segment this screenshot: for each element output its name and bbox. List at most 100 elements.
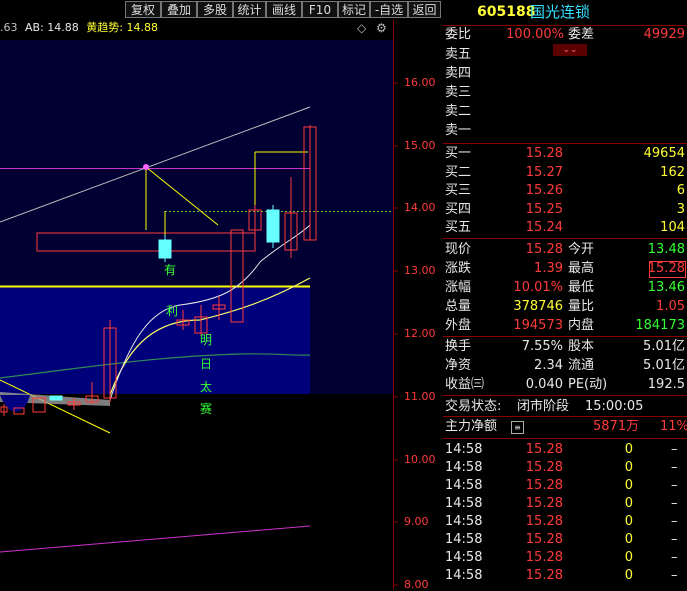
tick-time: 14:58 <box>445 478 483 493</box>
quote-value: 15.28 <box>525 242 563 257</box>
tick-row: 14:58 15.28 0 – <box>443 459 687 477</box>
tick-direction: – <box>671 550 678 565</box>
tick-price: 15.28 <box>525 550 563 565</box>
quote-panel: 605188 国光连锁 委比 100.00% 委差 49929 ⌄⌄ 卖五 卖四卖… <box>443 0 687 589</box>
tick-time: 14:58 <box>445 496 483 511</box>
diamond-icon[interactable]: ◇ <box>357 21 366 35</box>
stat-row: 换手 7.55% 股本 5.01亿 <box>443 338 687 356</box>
tick-direction: – <box>671 496 678 511</box>
kline-chart[interactable] <box>0 20 441 589</box>
tick-time: 14:58 <box>445 532 483 547</box>
tick-row: 14:58 15.28 0 – <box>443 567 687 585</box>
indicator-trend: 黄趋势: 14.88 <box>86 21 158 34</box>
order-ratio-label: 委比 <box>445 27 472 42</box>
settings-icon[interactable]: ⚙ <box>376 21 387 35</box>
buy-label: 买一 <box>445 146 472 161</box>
toolbar-draw-line-button[interactable]: 画线 <box>266 1 302 18</box>
toolbar-overlay-button[interactable]: 叠加 <box>161 1 197 18</box>
tick-volume: 0 <box>624 532 633 547</box>
label-ri: 日 <box>200 357 213 371</box>
chart-toolbar: 复权 叠加 多股 统计 画线 F10 标记 -自选 返回 <box>0 0 441 20</box>
label-you: 有 <box>164 263 177 277</box>
toolbar-fuquan-button[interactable]: 复权 <box>125 1 161 18</box>
sell-label: 卖四 <box>445 66 472 81</box>
tick-time: 14:58 <box>445 460 483 475</box>
stat-value: 5.01亿 <box>643 358 685 373</box>
tick-price: 15.28 <box>525 460 563 475</box>
tick-time: 14:58 <box>445 514 483 529</box>
trade-status-value: 闭市阶段 <box>517 399 570 414</box>
lower-purple-line <box>0 525 311 553</box>
quote-value: 378746 <box>513 299 563 314</box>
buy-volume: 162 <box>660 164 685 180</box>
quote-row: 现价 15.28 今开 13.48 <box>443 241 687 259</box>
list-icon[interactable]: ≡ <box>511 421 524 434</box>
order-diff-label: 委差 <box>568 27 595 42</box>
stat-value: 2.34 <box>534 358 563 373</box>
toolbar-mark-button[interactable]: 标记 <box>338 1 370 18</box>
quote-label: 量比 <box>568 299 595 314</box>
quote-value: 13.48 <box>647 242 685 257</box>
buy-price: 15.25 <box>525 201 563 217</box>
quote-label: 外盘 <box>445 318 472 333</box>
stat-label: 流通 <box>568 358 595 373</box>
tick-volume: 0 <box>624 460 633 475</box>
quote-row: 外盘 194573 内盘 184173 <box>443 317 687 335</box>
sell-row: 卖四 <box>443 65 687 83</box>
quote-value: 184173 <box>635 318 685 333</box>
buy-row: 买五 15.24 104 <box>443 219 687 237</box>
tick-price: 15.28 <box>525 532 563 547</box>
toolbar-f10-button[interactable]: F10 <box>302 1 338 18</box>
stat-label: 净资 <box>445 358 472 373</box>
tick-volume: 0 <box>624 514 633 529</box>
price-axis-label: 8.00 <box>404 578 429 591</box>
stat-row: 收益㈢ 0.040 PE(动) 192.5 <box>443 376 687 394</box>
tick-volume: 0 <box>624 442 633 457</box>
stat-label: PE(动) <box>568 377 608 392</box>
stock-code: 605188 <box>477 4 536 20</box>
indicator-prefix: .63 <box>0 21 18 34</box>
buy-label: 买三 <box>445 183 472 198</box>
price-axis-label: 16.00 <box>404 76 436 89</box>
quote-row: 涨幅 10.01% 最低 13.46 <box>443 279 687 297</box>
tick-price: 15.28 <box>525 442 563 457</box>
tick-time: 14:58 <box>445 568 483 583</box>
toolbar-multi-stock-button[interactable]: 多股 <box>197 1 233 18</box>
tick-row: 14:58 15.28 0 – <box>443 513 687 531</box>
sell-label: 卖二 <box>445 104 472 119</box>
quote-label: 最高 <box>568 261 595 276</box>
tick-price: 15.28 <box>525 568 563 583</box>
main-flow-value: 5871万 <box>593 419 640 434</box>
quote-value: 1.39 <box>534 261 563 276</box>
buy-volume: 49654 <box>643 146 685 161</box>
tick-row: 14:58 15.28 0 – <box>443 549 687 567</box>
quote-label: 今开 <box>568 242 595 257</box>
tick-direction: – <box>671 460 678 475</box>
price-axis-label: 15.00 <box>404 139 436 152</box>
buy-label: 买二 <box>445 164 472 180</box>
quote-label: 最低 <box>568 280 595 295</box>
buy-price: 15.24 <box>525 220 563 235</box>
tick-volume: 0 <box>624 478 633 493</box>
tick-price: 15.28 <box>525 478 563 493</box>
indicator-header: .63 AB: 14.88 黄趋势: 14.88 <box>0 20 158 36</box>
sell-row: 卖二 <box>443 103 687 121</box>
buy-label: 买四 <box>445 201 472 217</box>
sell-row: 卖五 <box>443 46 687 64</box>
stat-label: 换手 <box>445 339 472 354</box>
price-axis-label: 10.00 <box>404 453 436 466</box>
label-ming: 明 <box>200 333 213 347</box>
tick-row: 14:58 15.28 0 – <box>443 531 687 549</box>
buy-row: 买四 15.25 3 <box>443 201 687 219</box>
buy-volume: 6 <box>676 183 685 198</box>
toolbar-stats-button[interactable]: 统计 <box>233 1 266 18</box>
price-axis-label: 11.00 <box>404 390 436 403</box>
toolbar-add-watchlist-button[interactable]: -自选 <box>370 1 408 18</box>
sell-label: 卖三 <box>445 85 472 100</box>
order-diff-value: 49929 <box>643 27 685 42</box>
buy-volume: 104 <box>660 220 685 235</box>
toolbar-back-button[interactable]: 返回 <box>408 1 441 18</box>
stat-value: 5.01亿 <box>643 339 685 354</box>
price-axis-label: 13.00 <box>404 264 436 277</box>
buy-volume: 3 <box>676 201 685 217</box>
